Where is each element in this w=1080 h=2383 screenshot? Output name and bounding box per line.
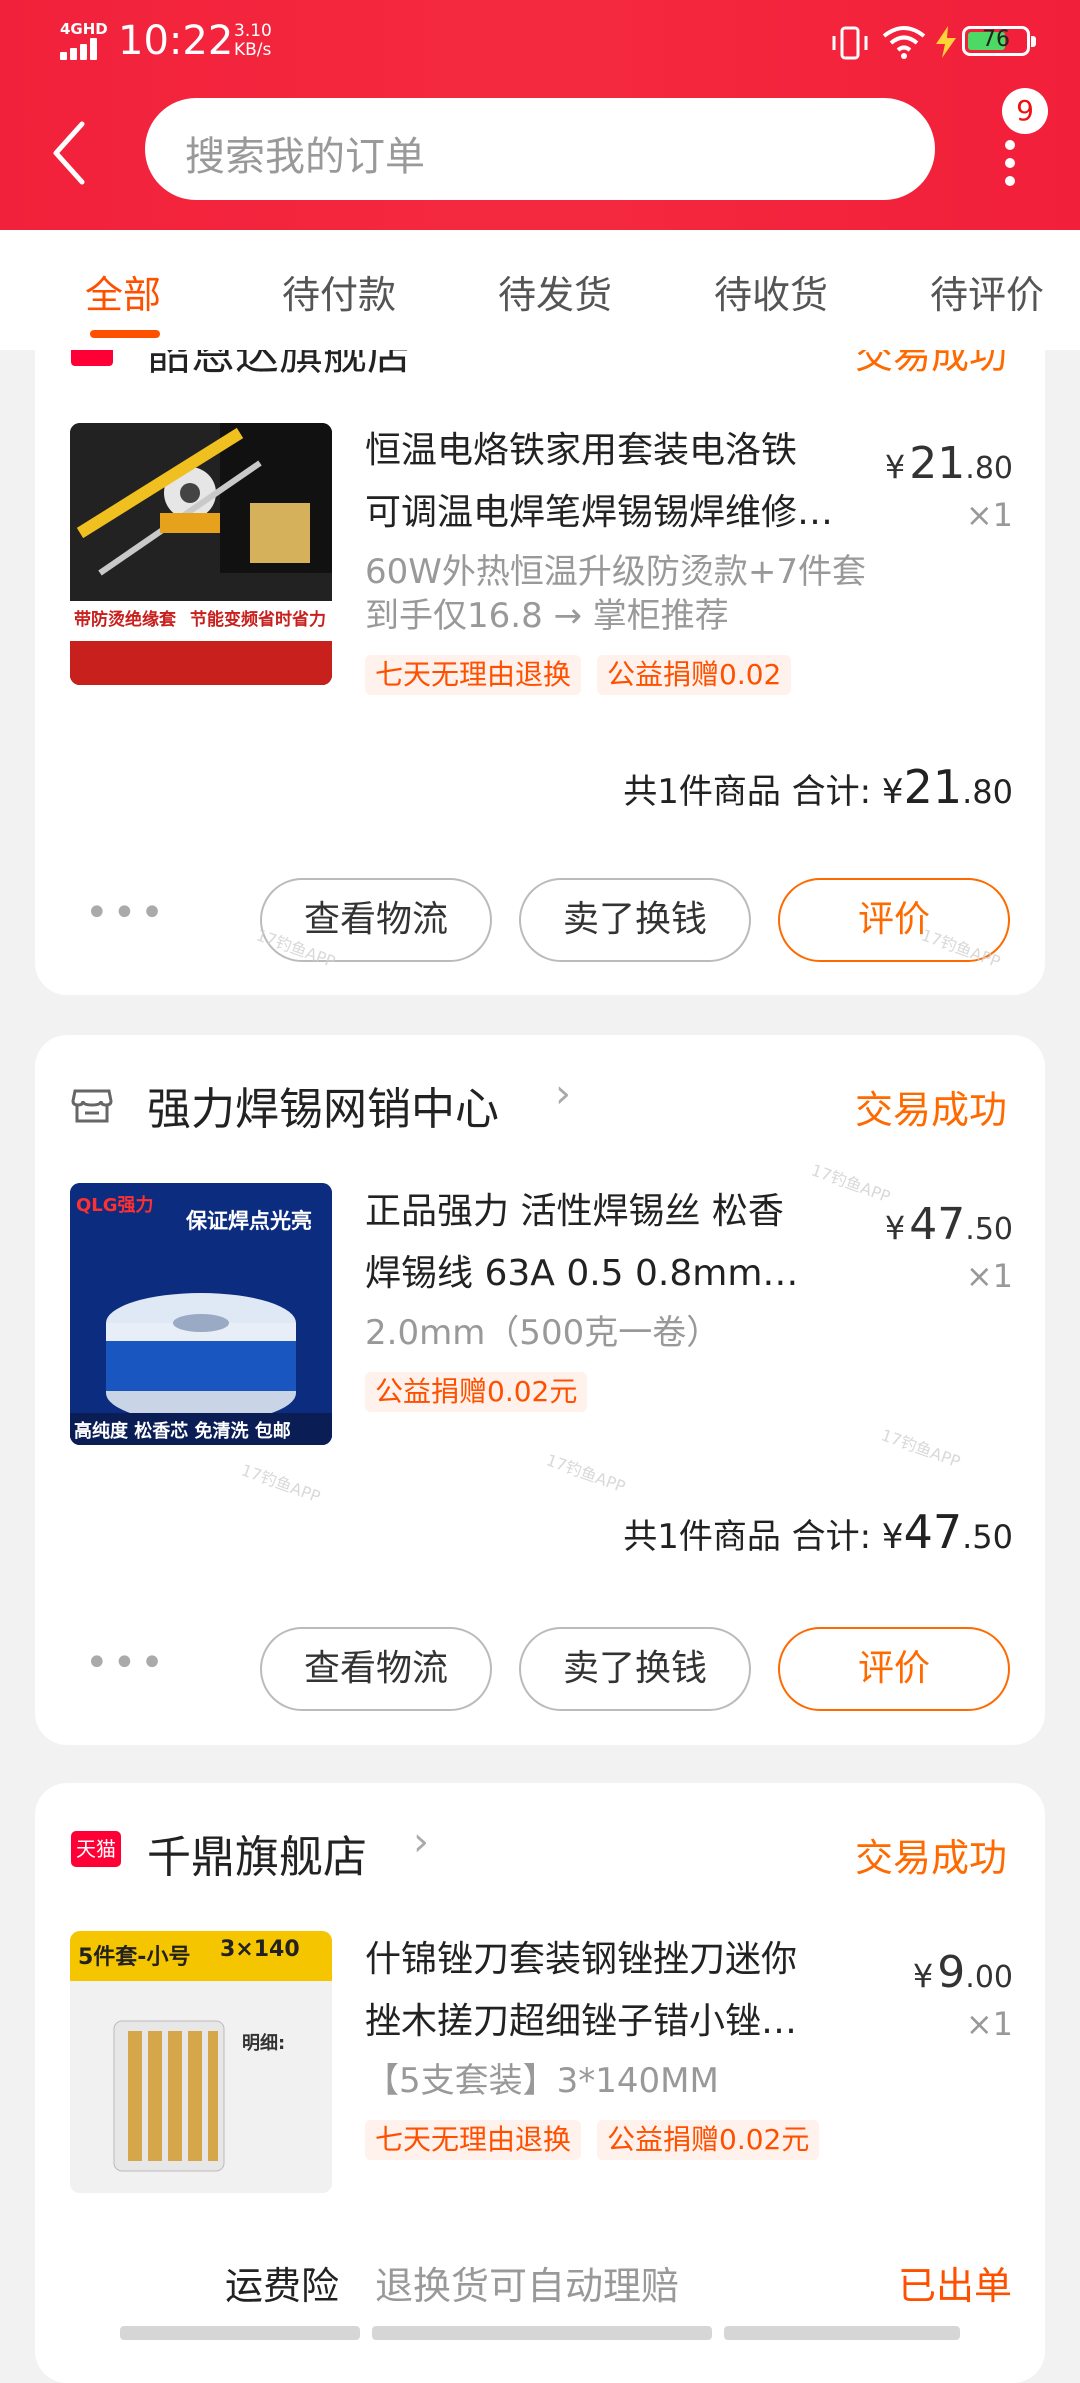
product-image[interactable]: QLG强力 保证焊点光亮 高纯度 松香芯 免清洗 包邮 (70, 1183, 332, 1445)
thumb-caption: 节能变频省时省力 (190, 610, 326, 630)
chevron-right-icon: › (555, 1071, 571, 1117)
service-tags: 公益捐赠0.02元 (365, 1372, 603, 1412)
header-bar: 4GHD 10:22 3.10 KB/s 76 搜索我的订单 9 (0, 0, 1080, 230)
product-image[interactable]: 带防烫绝缘套 节能变频省时省力 (70, 423, 332, 685)
product-title[interactable]: 正品强力 活性焊锡丝 松香 焊锡线 63A 0.5 0.8mm… (365, 1181, 865, 1305)
signal-icon (60, 38, 106, 60)
thumb-caption: 明细: (242, 2033, 286, 2054)
more-actions-icon[interactable]: ••• (85, 890, 168, 936)
battery-icon: 76 (962, 26, 1036, 56)
service-tags: 七天无理由退换 公益捐赠0.02元 (365, 2120, 835, 2160)
clock: 10:22 (118, 18, 234, 64)
service-tags: 七天无理由退换 公益捐赠0.02 (365, 655, 807, 695)
tab-pending-receipt[interactable]: 待收货 (714, 264, 828, 319)
tab-pending-payment[interactable]: 待付款 (282, 264, 396, 319)
store-icon (71, 1089, 113, 1123)
shipping-insurance-status: 已出单 (897, 2264, 1012, 2308)
order-status: 交易成功 (854, 1836, 1007, 1880)
chevron-right-icon: › (413, 1819, 429, 1865)
network-speed: 3.10 KB/s (234, 21, 272, 60)
product-quantity: ×1 (965, 496, 1013, 534)
charity-tag: 公益捐赠0.02 (597, 655, 792, 695)
search-placeholder: 搜索我的订单 (185, 134, 425, 180)
wifi-icon (882, 26, 926, 59)
charging-icon (936, 26, 956, 58)
tab-pending-shipment[interactable]: 待发货 (498, 264, 612, 319)
tab-pending-review[interactable]: 待评价 (930, 264, 1044, 319)
order-total: 共1件商品 合计: ¥21.80 (623, 760, 1013, 814)
active-tab-indicator (90, 330, 160, 338)
product-spec: 2.0mm（500克一卷） (365, 1313, 721, 1353)
view-logistics-button[interactable]: 查看物流 (260, 1627, 492, 1711)
order-card[interactable]: 强力焊锡网销中心 › 交易成功 QLG强力 保证焊点光亮 高纯度 松香芯 免清洗… (35, 1035, 1045, 1745)
thumb-brand: QLG强力 (76, 1195, 154, 1216)
order-search-input[interactable]: 搜索我的订单 (145, 98, 935, 200)
thumb-caption: 3×140 (220, 1937, 300, 1962)
product-price: ¥47.50 (884, 1199, 1013, 1250)
product-quantity: ×1 (965, 2005, 1013, 2043)
tmall-icon: 天猫 (71, 1831, 121, 1867)
vibrate-icon (832, 26, 868, 60)
shop-name[interactable]: 千鼎旗舰店 (147, 1821, 367, 1885)
order-status: 交易成功 (854, 1088, 1007, 1132)
more-actions-icon[interactable]: ••• (85, 1640, 168, 1686)
return-policy-tag: 七天无理由退换 (365, 2120, 582, 2160)
charity-tag: 公益捐赠0.02元 (597, 2120, 820, 2160)
product-spec: 60W外热恒温升级防烫款+7件套 到手仅16.8 → 掌柜推荐 (365, 552, 867, 636)
network-type: 4GHD (60, 20, 108, 38)
product-quantity: ×1 (965, 1257, 1013, 1295)
message-count-badge[interactable]: 9 (1002, 88, 1048, 134)
thumb-caption: 带防烫绝缘套 (74, 610, 176, 630)
status-icons: 76 (790, 20, 1036, 66)
resell-button[interactable]: 卖了换钱 (519, 1627, 751, 1711)
thumb-caption: 5件套-小号 (78, 1945, 191, 1970)
thumb-caption: 高纯度 松香芯 免清洗 包邮 (74, 1421, 291, 1442)
resell-button[interactable]: 卖了换钱 (519, 878, 751, 962)
shop-name[interactable]: 强力焊锡网销中心 (147, 1073, 499, 1137)
review-button[interactable]: 评价 (778, 1627, 1010, 1711)
order-tabs: 全部 待付款 待发货 待收货 待评价 (0, 230, 1080, 350)
back-arrow-icon[interactable] (50, 118, 90, 188)
product-price: ¥21.80 (884, 438, 1013, 489)
next-card-edge (120, 2326, 960, 2340)
order-total: 共1件商品 合计: ¥47.50 (623, 1505, 1013, 1559)
view-logistics-button[interactable]: 查看物流 (260, 878, 492, 962)
product-title[interactable]: 恒温电烙铁家用套装电洛铁 可调温电焊笔焊锡锡焊维修… (365, 420, 865, 544)
return-policy-tag: 七天无理由退换 (365, 655, 582, 695)
status-bar: 4GHD 10:22 3.10 KB/s 76 (0, 0, 1080, 90)
shipping-insurance-text: 退换货可自动理赔 (375, 2264, 680, 2308)
charity-tag: 公益捐赠0.02元 (365, 1372, 588, 1412)
thumb-caption: 保证焊点光亮 (186, 1209, 312, 1233)
order-card[interactable]: 韶恩达旗舰店 交易成功 带防烫绝缘套 节能变频省时省力 恒温电烙铁家用套装电洛铁… (35, 300, 1045, 995)
product-image[interactable]: 5件套-小号 3×140 明细: (70, 1931, 332, 2193)
product-spec: 【5支套装】3*140MM (365, 2061, 719, 2101)
product-title[interactable]: 什锦锉刀套装钢锉挫刀迷你 挫木搓刀超细锉子错小锉… (365, 1929, 865, 2053)
review-button[interactable]: 评价 (778, 878, 1010, 962)
shipping-insurance-label: 运费险 (225, 2264, 340, 2308)
product-price: ¥9.00 (912, 1947, 1013, 1998)
tab-all[interactable]: 全部 (85, 264, 161, 319)
